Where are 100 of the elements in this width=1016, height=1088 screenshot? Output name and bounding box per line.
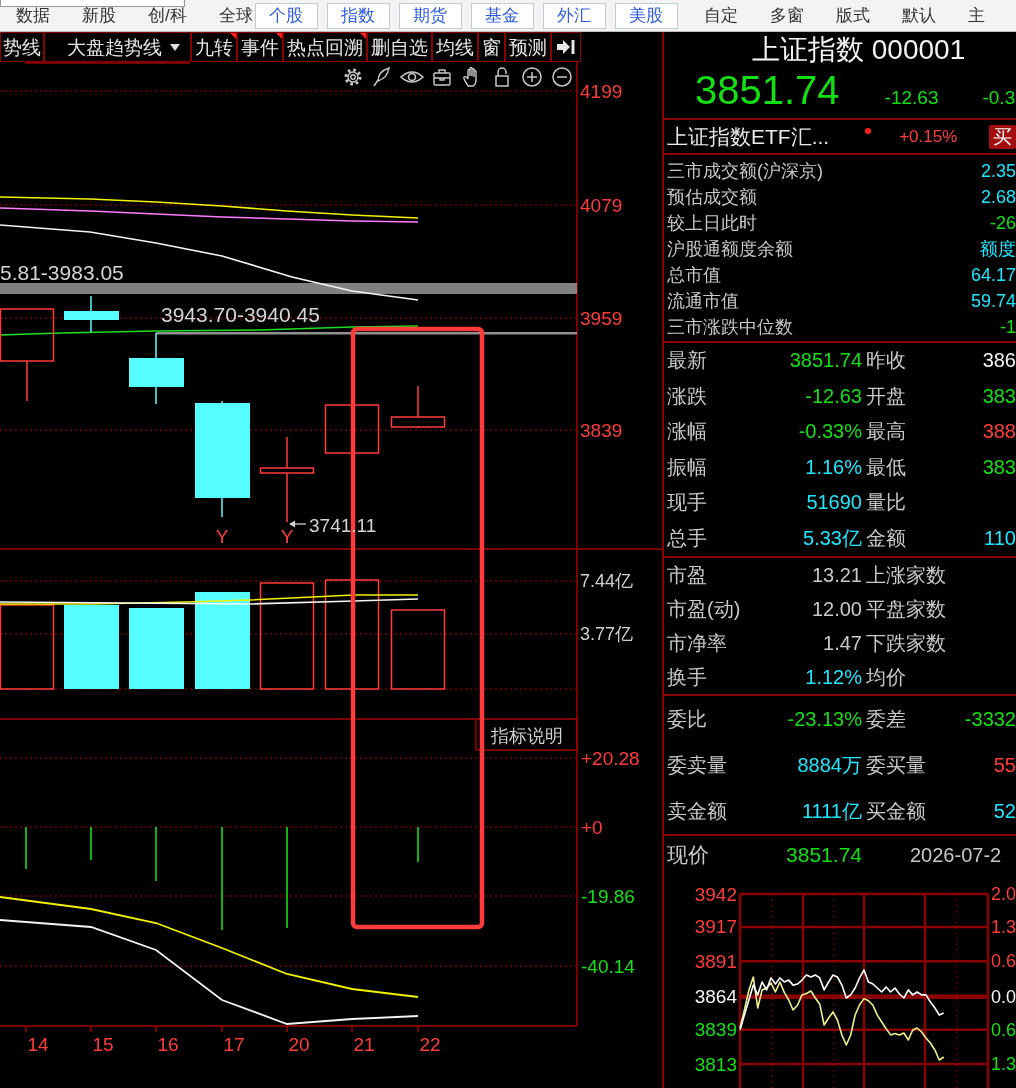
indicator-help-button[interactable]: 指标说明	[475, 718, 578, 751]
market-tab[interactable]: 基金	[470, 2, 534, 29]
quote-value: 1111亿	[801, 798, 862, 824]
axis-label: 0.6	[991, 951, 1016, 972]
quote-label: 上涨家数	[865, 562, 946, 588]
toolbar-button[interactable]: 预测	[505, 32, 551, 62]
price-range-label: 5.81-3983.05	[0, 260, 124, 284]
caret-icon	[170, 43, 180, 51]
arrow-to-bar-icon	[557, 39, 575, 55]
price-range-label: 3943.70-3940.45	[161, 302, 320, 326]
toolbar-button[interactable]: 删自选	[367, 32, 432, 62]
quote-value: 55	[993, 753, 1016, 777]
quote-value: 383	[982, 384, 1016, 408]
axis-label: 3942	[694, 883, 737, 905]
toolbar-button[interactable]: 九转	[191, 32, 237, 62]
hand-icon[interactable]	[463, 66, 477, 87]
date-label: 16	[157, 1033, 179, 1055]
quote-value: 3851.74	[789, 349, 862, 373]
quote-value: 388	[982, 420, 1016, 444]
axis-label: 2.0	[991, 884, 1016, 904]
quote-value: -3332	[964, 707, 1016, 731]
axis-label: 0.6	[991, 1019, 1016, 1040]
quote-label: 金额	[865, 525, 906, 551]
date-label: 15	[92, 1033, 114, 1055]
buy-button[interactable]: 买	[989, 124, 1016, 149]
stat-label: 三市涨跌中位数	[667, 316, 793, 339]
zoom-out-icon[interactable]	[552, 67, 572, 87]
axis-label: 4199	[580, 80, 623, 102]
menu-item[interactable]: 版式	[835, 3, 870, 28]
settings-icon[interactable]	[344, 68, 362, 86]
quote-value: 8884万	[797, 752, 862, 778]
quote-label: 量比	[865, 490, 906, 516]
quote-value: 1.12%	[805, 665, 862, 689]
axis-label: 3959	[580, 307, 623, 329]
market-tab[interactable]: 期货	[398, 2, 462, 29]
stat-value: -1	[1000, 316, 1016, 338]
price-change: -12.63	[884, 87, 939, 109]
lock-icon[interactable]	[495, 67, 509, 87]
quote-label: 涨幅	[667, 419, 707, 445]
etf-name: 上证指数ETF汇...	[667, 123, 830, 150]
market-tab[interactable]: 外汇	[542, 2, 606, 29]
market-tab[interactable]: 个股	[254, 2, 318, 29]
toolbar-button[interactable]: 均线	[432, 32, 478, 62]
quote-value: 51690	[806, 491, 862, 515]
axis-label: 3891	[694, 950, 737, 972]
quote-label: 市盈	[667, 562, 707, 588]
toolbar-icon-button[interactable]	[551, 32, 581, 62]
zoom-in-icon[interactable]	[522, 67, 542, 87]
axis-label: +20.28	[581, 747, 640, 769]
feather-icon[interactable]	[373, 67, 390, 87]
toolbox-icon[interactable]	[433, 69, 451, 86]
stat-value: 2.68	[980, 186, 1016, 208]
axis-label: 3839	[580, 419, 623, 441]
date-label: 20	[288, 1033, 310, 1055]
menu-item[interactable]: 主	[967, 3, 985, 28]
alert-dot-icon	[865, 128, 872, 134]
quote-value: 3851.74	[786, 843, 862, 867]
quote-label: 换手	[667, 664, 707, 690]
quote-value: 12.00	[811, 597, 862, 621]
market-tab[interactable]: 美股	[614, 2, 678, 29]
stat-value: 64.17	[970, 264, 1016, 286]
toolbar-button[interactable]: 窗	[478, 32, 505, 62]
menu-item[interactable]: 创/科	[148, 3, 187, 28]
stat-value: -26	[990, 212, 1016, 234]
axis-label: +0	[581, 816, 603, 838]
toolbar-button[interactable]: 势线	[0, 32, 44, 62]
quote-label: 下跌家数	[865, 630, 946, 656]
eye-icon[interactable]	[400, 71, 424, 83]
toolbar-button[interactable]: 热点回溯	[283, 32, 367, 62]
price-change-percent: -0.3	[982, 87, 1016, 109]
quote-value: 1.16%	[805, 455, 862, 479]
stat-value: 额度	[980, 238, 1016, 261]
quote-value: -12.63	[805, 384, 862, 408]
stat-value: 2.35	[980, 160, 1016, 182]
stat-value: 59.74	[970, 290, 1016, 312]
stat-label: 较上日此时	[667, 212, 757, 235]
signal-label: Y	[280, 525, 294, 547]
menu-item[interactable]: 全球	[218, 3, 253, 28]
market-tab[interactable]: 指数	[326, 2, 390, 29]
quote-label: 买金额	[865, 798, 926, 824]
menu-item[interactable]: 默认	[901, 3, 936, 28]
quote-value: -23.13%	[787, 707, 862, 731]
input-field[interactable]	[0, 0, 185, 7]
quote-label: 卖金额	[667, 798, 727, 824]
menu-item[interactable]: 多窗	[769, 3, 804, 28]
dropdown-button[interactable]: 大盘趋势线	[44, 32, 191, 62]
toolbar-button[interactable]: 事件	[237, 32, 283, 62]
quote-value: 5.33亿	[803, 525, 862, 551]
quote-value: 13.21	[811, 563, 862, 587]
candlestick	[390, 385, 446, 429]
quote-label: 委差	[865, 706, 906, 732]
menu-item[interactable]: 数据	[16, 3, 50, 28]
leader-arrow	[289, 520, 307, 528]
quote-label: 最新	[667, 348, 707, 374]
axis-label: 3813	[694, 1053, 737, 1075]
stat-label: 总市值	[667, 264, 721, 287]
quote-value: 386	[982, 349, 1016, 373]
menu-item[interactable]: 新股	[82, 3, 116, 28]
menu-item[interactable]: 自定	[703, 3, 738, 28]
date-label: 14	[27, 1033, 49, 1055]
